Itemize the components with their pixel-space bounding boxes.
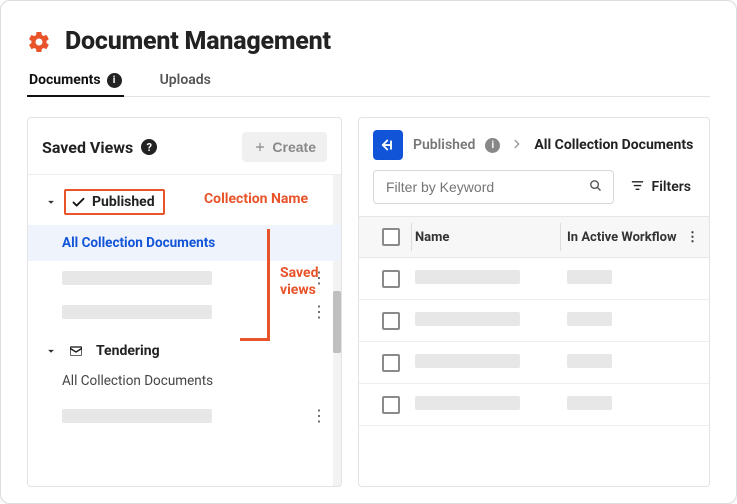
- tab-uploads[interactable]: Uploads: [158, 66, 213, 96]
- annotation-saved-views-l2: views: [280, 282, 316, 298]
- skeleton-text: [567, 312, 612, 326]
- skeleton-text: [567, 354, 612, 368]
- table-row[interactable]: [359, 300, 709, 342]
- column-name[interactable]: Name: [411, 230, 567, 245]
- collection-published[interactable]: Published Collection Name: [28, 185, 341, 219]
- search-icon: [588, 178, 603, 197]
- annotation-collection-name: Collection Name: [204, 191, 308, 207]
- row-checkbox[interactable]: [382, 270, 400, 288]
- chevron-right-icon: [510, 136, 524, 155]
- scrollbar-track[interactable]: [333, 175, 341, 486]
- saved-views-title: Saved Views: [42, 138, 133, 157]
- table-row[interactable]: [359, 258, 709, 300]
- create-button[interactable]: Create: [242, 132, 327, 162]
- annotation-saved-views-l1: Saved: [280, 265, 318, 281]
- table-row[interactable]: [359, 384, 709, 426]
- row-checkbox[interactable]: [382, 396, 400, 414]
- search-input[interactable]: [384, 178, 588, 196]
- skeleton-text: [62, 271, 212, 285]
- plus-icon: [253, 140, 267, 154]
- tab-documents-label: Documents: [29, 72, 101, 88]
- gear-icon: [27, 30, 51, 54]
- filter-icon: [630, 178, 645, 197]
- chevron-down-icon: [44, 195, 58, 209]
- skeleton-text: [567, 270, 612, 284]
- help-icon[interactable]: ?: [141, 139, 157, 155]
- filters-label: Filters: [652, 179, 691, 195]
- info-icon: i: [107, 73, 122, 88]
- info-icon: i: [485, 138, 500, 153]
- breadcrumb-current: All Collection Documents: [534, 137, 693, 153]
- table-header: Name In Active Workflow ⋮: [359, 216, 709, 258]
- collection-tendering-label: Tendering: [96, 343, 160, 359]
- collection-published-label: Published: [92, 194, 155, 210]
- row-checkbox[interactable]: [382, 354, 400, 372]
- breadcrumb-parent[interactable]: Published: [413, 137, 475, 153]
- skeleton-text: [567, 396, 612, 410]
- collection-tendering[interactable]: Tendering: [28, 339, 341, 363]
- skeleton-text: [415, 396, 520, 410]
- kebab-icon[interactable]: ⋮: [311, 304, 327, 320]
- view-placeholder[interactable]: ⋮: [28, 399, 341, 433]
- back-button[interactable]: [373, 130, 403, 160]
- skeleton-text: [415, 270, 520, 284]
- create-button-label: Create: [272, 139, 316, 155]
- filters-button[interactable]: Filters: [626, 172, 695, 203]
- view-label: All Collection Documents: [62, 373, 213, 389]
- view-label: All Collection Documents: [62, 235, 215, 251]
- arrow-back-icon: [379, 136, 397, 154]
- skeleton-text: [62, 409, 212, 423]
- envelope-icon: [68, 343, 84, 359]
- skeleton-text: [415, 354, 520, 368]
- table-row[interactable]: [359, 342, 709, 384]
- tab-uploads-label: Uploads: [160, 72, 211, 88]
- tab-documents[interactable]: Documents i: [27, 66, 124, 96]
- skeleton-text: [62, 305, 212, 319]
- view-placeholder[interactable]: ⋮: [28, 295, 341, 329]
- row-checkbox[interactable]: [382, 312, 400, 330]
- kebab-icon[interactable]: ⋮: [686, 230, 699, 245]
- view-all-collection-documents-tendering[interactable]: All Collection Documents: [28, 363, 341, 399]
- view-all-collection-documents[interactable]: All Collection Documents: [28, 225, 341, 261]
- check-icon: [71, 195, 86, 210]
- search-input-wrap[interactable]: [373, 170, 614, 204]
- tab-bar: Documents i Uploads: [27, 66, 710, 97]
- annotation-bracket: [240, 229, 270, 341]
- kebab-icon[interactable]: ⋮: [311, 408, 327, 424]
- saved-views-panel: Saved Views ? Create: [27, 117, 342, 487]
- skeleton-text: [415, 312, 520, 326]
- documents-panel: Published i All Collection Documents: [358, 117, 710, 487]
- page-title: Document Management: [65, 27, 331, 56]
- column-workflow[interactable]: In Active Workflow: [567, 230, 697, 245]
- chevron-down-icon: [44, 344, 58, 358]
- select-all-checkbox[interactable]: [382, 228, 400, 246]
